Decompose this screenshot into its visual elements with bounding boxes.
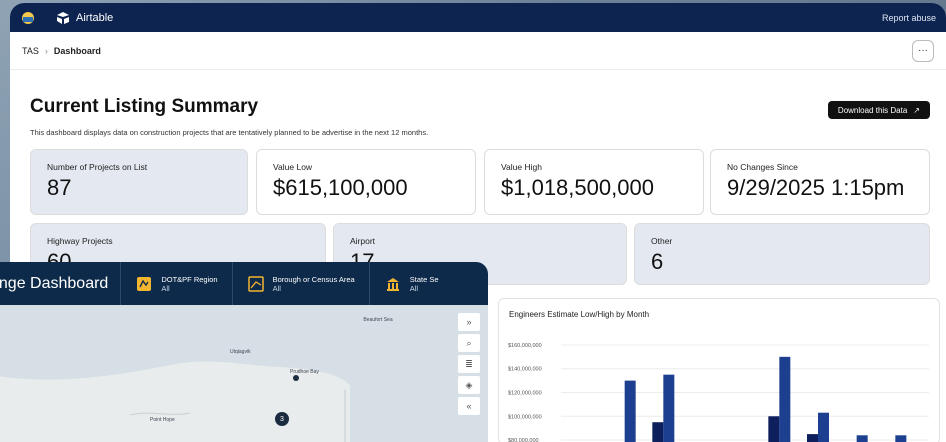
map-dashboard-title: ange Dashboard xyxy=(0,274,109,292)
stat-label: Value High xyxy=(501,162,542,172)
chart-bar[interactable] xyxy=(807,434,818,442)
stat-card-value-low: Value Low $615,100,000 xyxy=(256,149,476,215)
stat-card-no-changes: No Changes Since 9/29/2025 1:15pm xyxy=(710,149,930,215)
chart-bar[interactable] xyxy=(652,422,664,442)
external-link-icon: ↗ xyxy=(913,105,920,115)
stat-value: 9/29/2025 1:15pm xyxy=(727,175,905,200)
chart-bar[interactable] xyxy=(818,412,829,442)
y-tick-label: $100,000,000 xyxy=(508,414,542,420)
airtable-logo[interactable]: Airtable xyxy=(56,11,114,24)
y-tick-label: $120,000,000 xyxy=(508,391,542,397)
layers-icon[interactable]: ◈ xyxy=(458,376,480,394)
stat-label: Other xyxy=(651,236,673,246)
page-title: Current Listing Summary xyxy=(30,96,259,117)
breadcrumb-root[interactable]: TAS xyxy=(22,46,39,56)
map-land-shapes xyxy=(0,305,488,442)
breadcrumb-separator: › xyxy=(44,45,48,56)
filter-state-senate[interactable]: State Se All xyxy=(368,262,453,305)
region-icon xyxy=(135,275,153,293)
legend-icon[interactable]: ≣ xyxy=(458,355,480,373)
estimate-chart: $160,000,000 $140,000,000 $120,000,000 $100… xyxy=(508,343,929,442)
stat-value: $615,100,000 xyxy=(273,175,408,200)
chart-bar[interactable] xyxy=(856,435,868,442)
search-icon[interactable]: ⌕ xyxy=(458,334,480,352)
map-label-beaufort: Beaufort Sea xyxy=(363,317,393,323)
app-name: Airtable xyxy=(76,11,114,24)
chart-bar[interactable] xyxy=(779,356,791,442)
filter-value: All xyxy=(272,283,281,293)
map-label-point-hope: Point Hope xyxy=(150,417,175,423)
filter-region[interactable]: DOT&PF Region All xyxy=(120,262,231,305)
report-abuse-link[interactable]: Report abuse xyxy=(882,13,936,23)
state-seal-icon xyxy=(20,11,36,25)
chart-bar[interactable] xyxy=(768,416,780,442)
filter-name: Borough or Census Area xyxy=(272,274,355,284)
borough-icon xyxy=(247,275,265,293)
stat-value: 87 xyxy=(47,175,72,200)
stat-value: $1,018,500,000 xyxy=(501,175,654,200)
map-label-utqiagvik: Utqiagvik xyxy=(230,349,251,355)
stat-label: Airport xyxy=(350,236,376,246)
chart-bar[interactable] xyxy=(895,435,907,442)
y-tick-label: $140,000,000 xyxy=(508,367,542,373)
chart-bar[interactable] xyxy=(663,374,675,442)
chart-bar[interactable] xyxy=(624,380,636,442)
stat-card-value-high: Value High $1,018,500,000 xyxy=(484,149,704,215)
filter-value: All xyxy=(161,283,170,293)
map-filter-bar: ange Dashboard DOT&PF Region All Borough… xyxy=(0,262,488,305)
filter-name: DOT&PF Region xyxy=(161,274,218,284)
top-bar: Airtable Report abuse xyxy=(10,3,946,32)
collapse-up-icon[interactable]: » xyxy=(458,313,480,331)
estimate-chart-card: Engineers Estimate Low/High by Month $16… xyxy=(498,298,940,442)
stat-card-other: Other 6 xyxy=(634,223,930,285)
download-label: Download this Data xyxy=(837,105,908,115)
download-data-button[interactable]: Download this Data ↗ xyxy=(827,101,930,119)
capitol-icon xyxy=(384,275,402,293)
breadcrumb-current: Dashboard xyxy=(53,45,101,56)
collapse-left-icon[interactable]: « xyxy=(458,397,480,415)
breadcrumb: TAS › Dashboard ··· xyxy=(10,32,946,70)
page-description: This dashboard displays data on construc… xyxy=(30,128,429,137)
stat-card-projects: Number of Projects on List 87 xyxy=(30,149,248,215)
more-options-button[interactable]: ··· xyxy=(912,39,934,62)
stat-label: Highway Projects xyxy=(47,236,113,246)
map-panel: ange Dashboard DOT&PF Region All Borough… xyxy=(0,262,488,442)
alaska-map[interactable]: Beaufort Sea Utqiagvik Prudhoe Bay Point… xyxy=(0,305,488,442)
y-tick-label: $160,000,000 xyxy=(508,343,542,349)
filter-name: State Se xyxy=(409,274,439,284)
stat-label: Number of Projects on List xyxy=(47,162,148,172)
map-marker[interactable] xyxy=(293,375,299,381)
stat-label: Value Low xyxy=(273,162,313,172)
stat-value: 6 xyxy=(651,249,664,274)
filter-borough[interactable]: Borough or Census Area All xyxy=(231,262,369,305)
y-tick-label: $80,000,000 xyxy=(508,438,539,442)
filter-value: All xyxy=(409,283,419,293)
stat-label: No Changes Since xyxy=(727,162,798,172)
map-tools: » ⌕ ≣ ◈ « xyxy=(458,313,480,415)
airtable-icon xyxy=(57,11,69,24)
map-cluster-marker[interactable]: 3 xyxy=(275,412,289,426)
